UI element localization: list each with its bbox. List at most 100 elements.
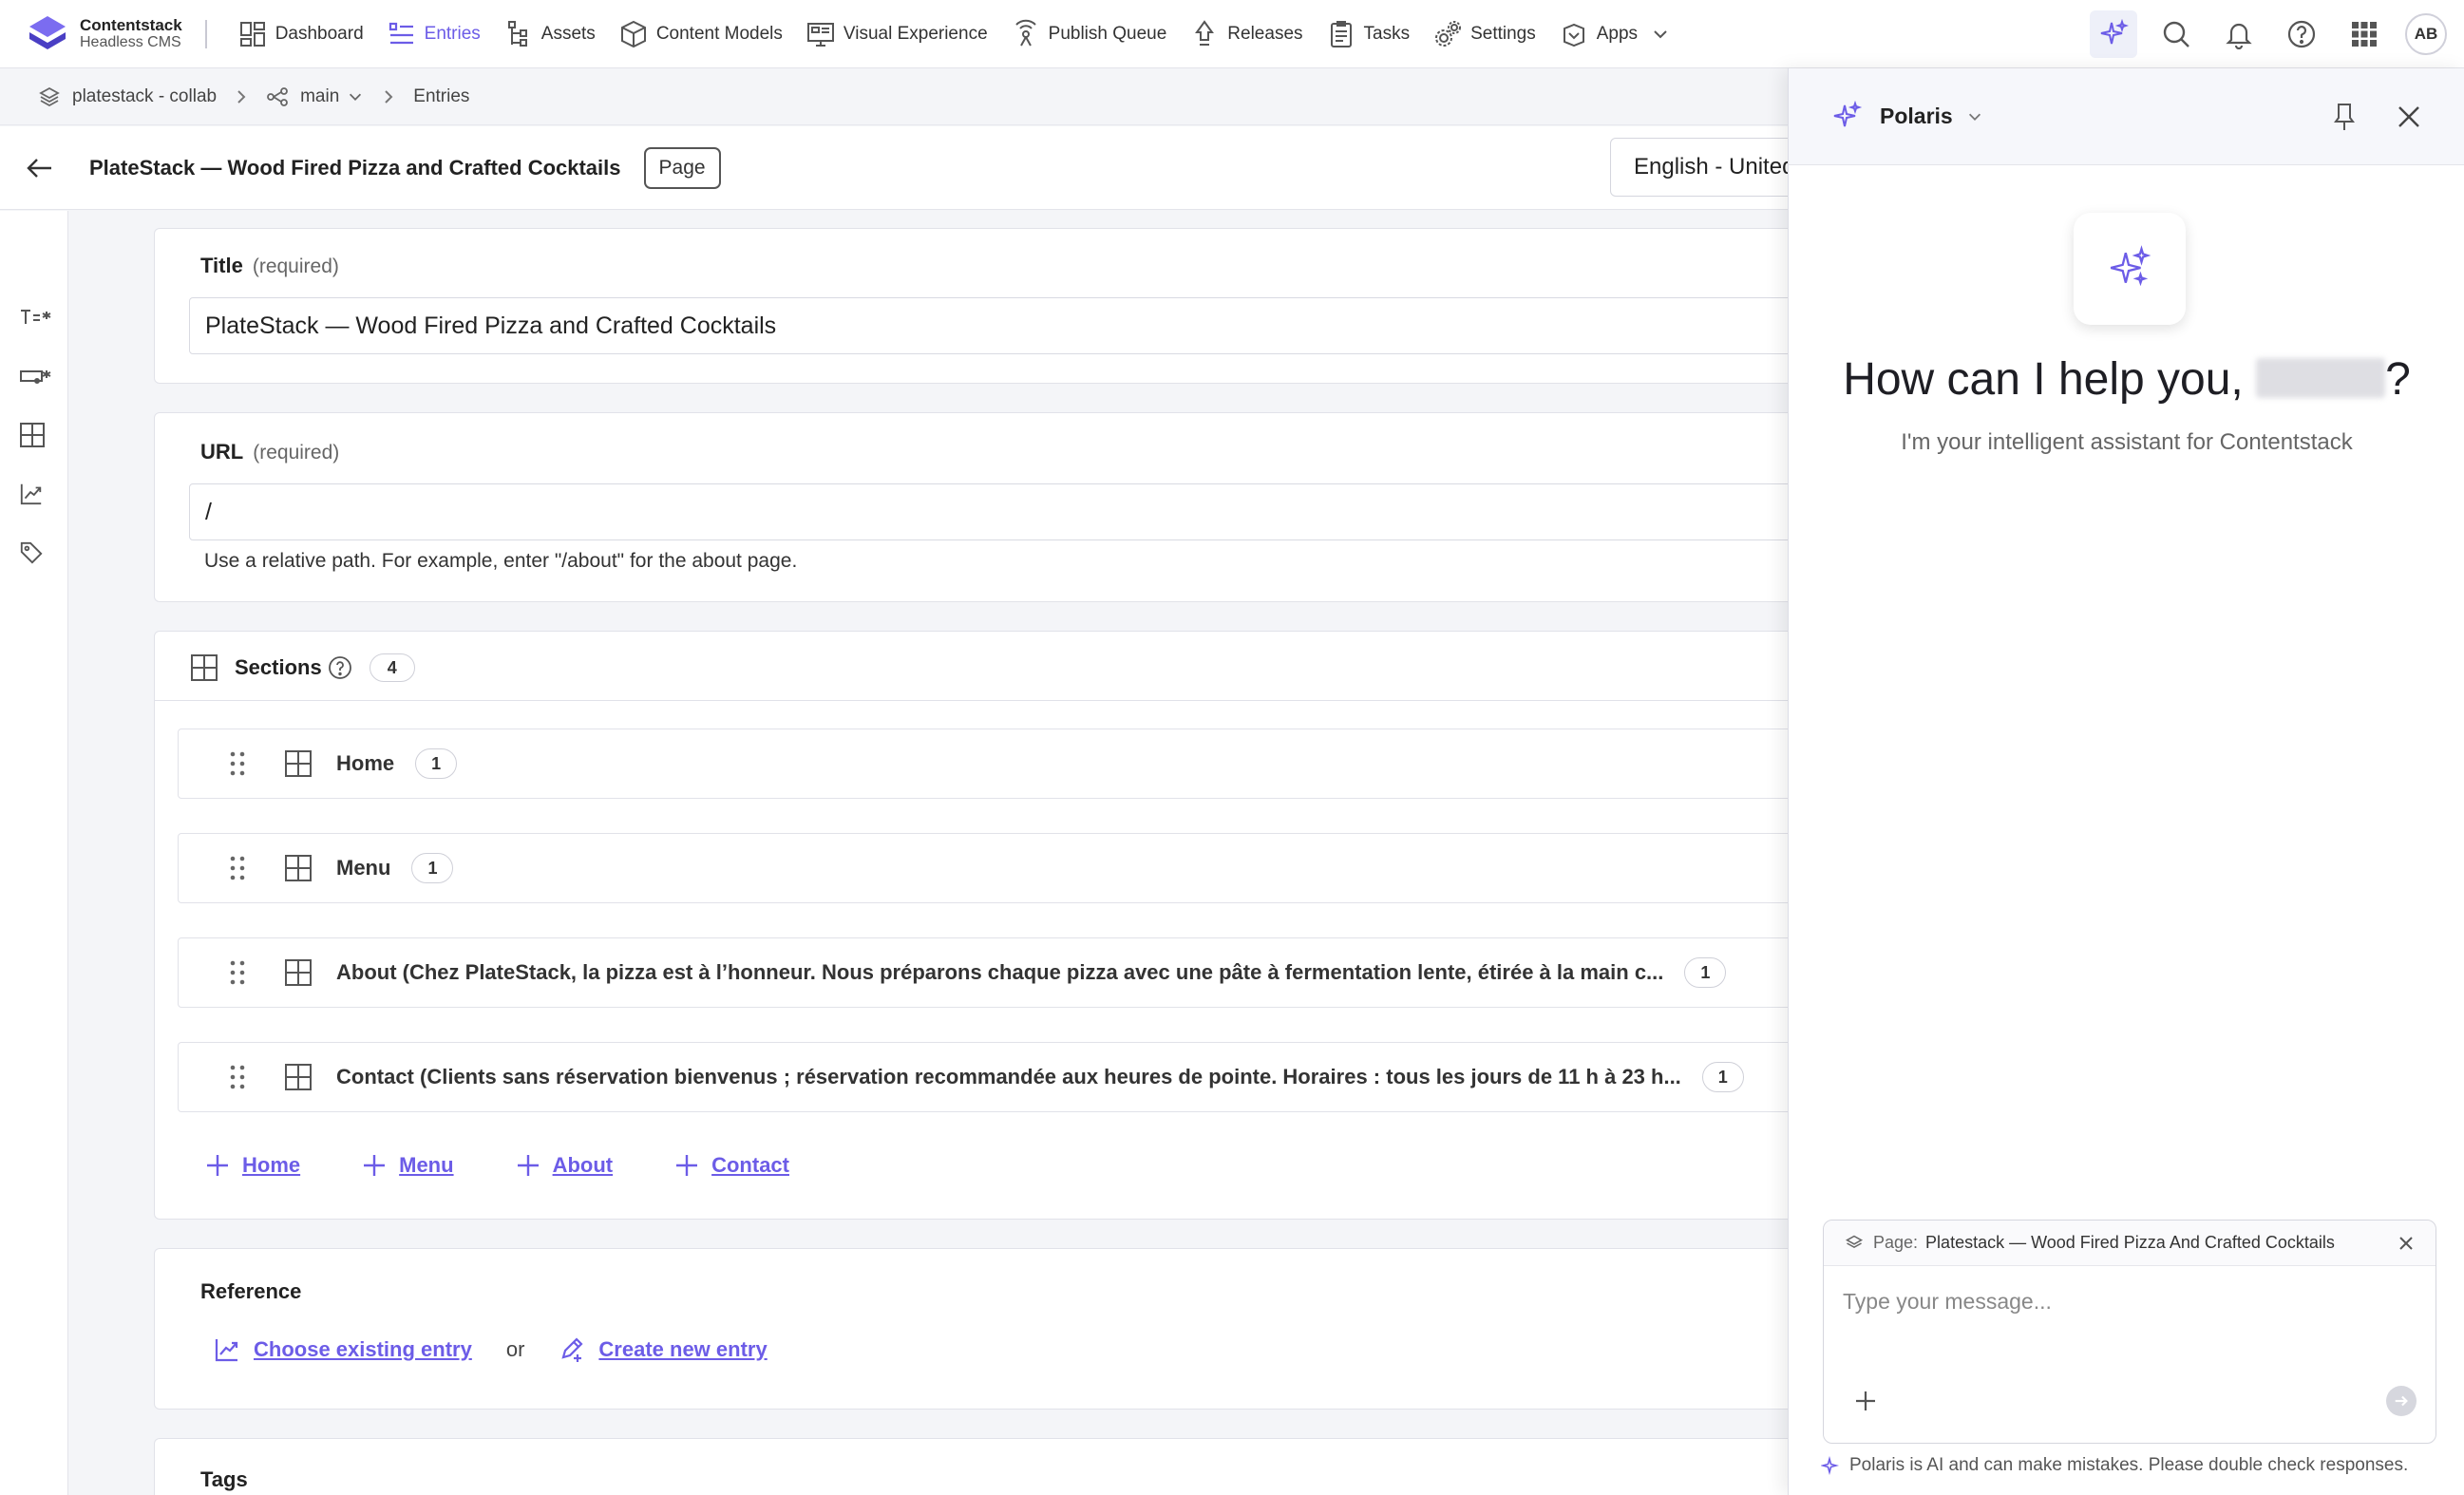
app-switcher-button[interactable]	[2341, 10, 2388, 58]
add-home-block-link[interactable]: Home	[204, 1152, 300, 1179]
pin-icon[interactable]	[2328, 101, 2360, 133]
polaris-greeting: How can I help you, ?	[1789, 353, 2464, 406]
tags-field-card: Tags	[154, 1438, 1807, 1495]
chevron-down-icon[interactable]	[1966, 108, 1983, 125]
sections-header: Sections 4	[189, 649, 415, 687]
publish-queue-icon	[1014, 19, 1036, 46]
search-icon	[2163, 21, 2189, 47]
reference-field-label: Reference	[200, 1279, 302, 1303]
close-icon[interactable]	[2398, 1235, 2415, 1252]
brand[interactable]: Contentstack Headless CMS	[0, 0, 182, 68]
nav-publish-queue[interactable]: Publish Queue	[1003, 0, 1183, 68]
entry-title: PlateStack — Wood Fired Pizza and Crafte…	[89, 155, 621, 180]
rail-sections-field[interactable]	[19, 420, 55, 450]
rail-reference-field[interactable]	[19, 479, 55, 509]
entry-editor: Title (required) PlateStack — Wood Fired …	[68, 211, 1807, 1495]
bell-icon	[2226, 23, 2252, 49]
block-row[interactable]: About (Chez PlateStack, la pizza est à l…	[178, 937, 1807, 1008]
grid-icon	[285, 1064, 312, 1090]
nav-tasks[interactable]: Tasks	[1318, 0, 1426, 68]
block-row[interactable]: Contact (Clients sans réservation bienve…	[178, 1042, 1807, 1112]
nav-entries[interactable]: Entries	[379, 0, 496, 68]
breadcrumb-stack[interactable]: platestack - collab	[38, 85, 217, 108]
grid-icon	[20, 423, 45, 447]
title-input[interactable]: PlateStack — Wood Fired Pizza and Crafte…	[189, 297, 1807, 354]
rail-link-field[interactable]	[19, 361, 55, 391]
drag-handle-icon[interactable]	[226, 958, 249, 987]
block-count-badge: 1	[411, 853, 454, 883]
block-row[interactable]: Menu 1	[178, 833, 1807, 903]
breadcrumb-branch-label: main	[300, 85, 340, 106]
user-avatar[interactable]: AB	[2405, 13, 2447, 55]
text-field-icon	[21, 310, 51, 324]
polaris-title[interactable]: Polaris	[1880, 104, 1953, 129]
edit-plus-icon	[561, 1337, 583, 1362]
add-contact-label: Contact	[711, 1153, 789, 1177]
top-nav: Contentstack Headless CMS Dashboard Entr…	[0, 0, 2464, 68]
ai-disclaimer-text: Polaris is AI and can make mistakes. Ple…	[1849, 1455, 2409, 1475]
back-button[interactable]	[21, 149, 59, 187]
reference-icon	[20, 483, 42, 505]
nav-assets[interactable]: Assets	[496, 0, 611, 68]
stack-icon	[39, 86, 60, 106]
plus-icon	[676, 1155, 698, 1176]
nav-dashboard[interactable]: Dashboard	[230, 0, 379, 68]
nav-apps[interactable]: Apps	[1551, 0, 1685, 68]
title-field-label: Title (required)	[200, 254, 339, 278]
url-field-label: URL (required)	[200, 440, 339, 464]
nav-settings[interactable]: Settings	[1425, 0, 1551, 68]
content-models-icon	[620, 20, 646, 47]
rail-tags-field[interactable]	[19, 538, 55, 568]
releases-icon	[1195, 19, 1215, 46]
url-input[interactable]: /	[189, 483, 1807, 540]
add-contact-block-link[interactable]: Contact	[673, 1152, 789, 1179]
block-row[interactable]: Home 1	[178, 729, 1807, 799]
reference-actions: Choose existing entry or Create new entr…	[214, 1336, 768, 1363]
visual-experience-icon	[806, 22, 834, 47]
search-button[interactable]	[2152, 10, 2200, 58]
grid-icon	[285, 959, 312, 986]
plus-icon	[207, 1155, 228, 1176]
content-type-badge[interactable]: Page	[643, 146, 721, 189]
sections-divider	[155, 700, 1807, 701]
brand-divider	[204, 19, 207, 48]
breadcrumb-section[interactable]: Entries	[413, 86, 469, 107]
sparkle-icon	[1833, 100, 1863, 126]
plus-icon[interactable]	[1852, 1388, 1879, 1414]
branch-icon	[267, 86, 288, 106]
add-menu-block-link[interactable]: Menu	[361, 1152, 454, 1179]
nav-visual-experience[interactable]: Visual Experience	[798, 0, 1003, 68]
drag-handle-icon[interactable]	[226, 749, 249, 778]
nav-entries-label: Entries	[424, 23, 481, 44]
rail-text-field[interactable]	[19, 302, 55, 332]
sections-count-badge: 4	[369, 653, 415, 682]
nav-content-models[interactable]: Content Models	[611, 0, 798, 68]
close-icon[interactable]	[2393, 101, 2425, 133]
breadcrumb-branch[interactable]: main	[266, 85, 364, 108]
create-new-entry-link[interactable]: Create new entry	[559, 1336, 768, 1363]
context-label: Page:	[1873, 1233, 1919, 1252]
nav-settings-label: Settings	[1470, 23, 1536, 44]
drag-handle-icon[interactable]	[226, 854, 249, 882]
help-button[interactable]	[2278, 10, 2325, 58]
choose-existing-entry-link[interactable]: Choose existing entry	[214, 1336, 472, 1363]
block-count-badge: 1	[1684, 957, 1727, 988]
choose-existing-label: Choose existing entry	[254, 1337, 472, 1361]
sparkle-icon	[2110, 245, 2151, 287]
reference-icon	[215, 1339, 238, 1362]
entries-icon	[389, 22, 413, 44]
url-required-note: (required)	[253, 442, 340, 464]
send-button[interactable]	[2386, 1386, 2417, 1416]
chat-message-input[interactable]	[1843, 1277, 2413, 1325]
drag-handle-icon[interactable]	[226, 1063, 249, 1091]
add-about-block-link[interactable]: About	[515, 1152, 613, 1179]
nav-releases[interactable]: Releases	[1182, 0, 1317, 68]
breadcrumb: platestack - collab main Entries	[0, 68, 1805, 125]
ai-assistant-button[interactable]	[2090, 10, 2137, 58]
nav-visual-experience-label: Visual Experience	[843, 23, 988, 44]
ai-disclaimer: Polaris is AI and can make mistakes. Ple…	[1821, 1455, 2408, 1476]
stack-icon	[1845, 1235, 1864, 1248]
help-circle-icon[interactable]	[328, 655, 352, 680]
notifications-button[interactable]	[2215, 10, 2263, 58]
breadcrumb-stack-label: platestack - collab	[72, 85, 218, 106]
